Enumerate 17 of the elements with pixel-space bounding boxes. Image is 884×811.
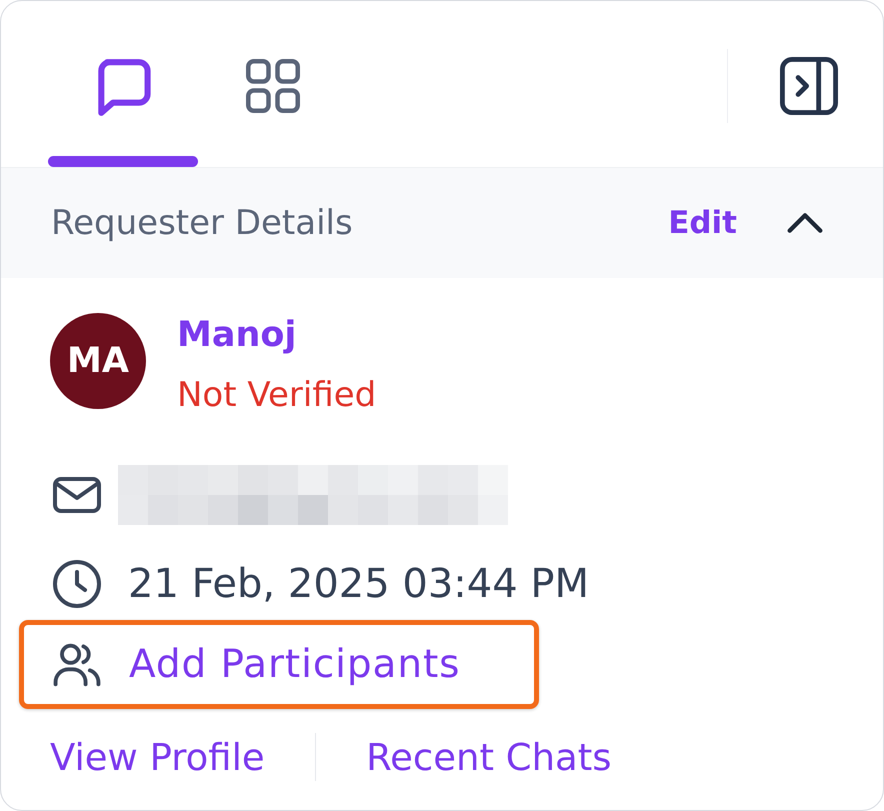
edit-link[interactable]: Edit (668, 205, 737, 241)
section-title: Requester Details (51, 203, 353, 243)
collapse-button[interactable] (787, 213, 823, 233)
view-profile-link[interactable]: View Profile (50, 736, 265, 778)
envelope-icon (53, 477, 101, 513)
clock-icon (53, 560, 101, 608)
add-participants-button[interactable]: Add Participants (53, 642, 460, 687)
users-icon (53, 642, 101, 686)
grid-icon (246, 59, 300, 113)
created-timestamp: 21 Feb, 2025 03:44 PM (128, 561, 589, 607)
verification-status: Not Verified (177, 375, 376, 415)
sidebar-toggle-icon (780, 57, 838, 115)
requester-name-link[interactable]: Manoj (177, 313, 296, 357)
avatar-initials: MA (50, 313, 146, 409)
collapse-panel-button[interactable] (780, 57, 838, 115)
chevron-up-icon (787, 213, 823, 233)
recent-chats-link[interactable]: Recent Chats (366, 736, 612, 778)
